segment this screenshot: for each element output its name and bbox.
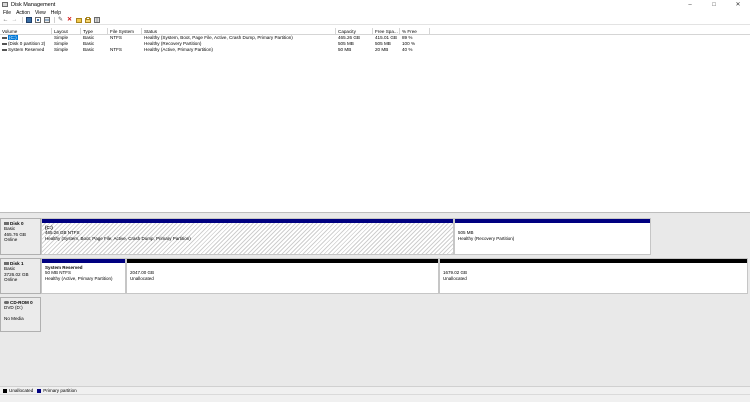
- cell-status: Healthy (Active, Primary Partition): [144, 47, 213, 52]
- forward-icon[interactable]: →: [11, 17, 18, 24]
- help-icon[interactable]: [34, 17, 41, 24]
- col-header-volume[interactable]: Volume: [0, 28, 52, 34]
- cdrom-empty-area: [41, 297, 749, 332]
- volume-name: (Disk 0 partition 2): [8, 41, 46, 46]
- volume-list-header: Volume Layout Type File System Status Ca…: [0, 28, 750, 35]
- disk-state: Online: [4, 237, 18, 243]
- title-bar: Disk Management – □ ✕: [0, 0, 750, 9]
- cdrom-0-row: CD-ROM 0 DVD (D:) No Media: [0, 297, 750, 332]
- menu-file[interactable]: File: [3, 10, 11, 16]
- col-header-free-space[interactable]: Free Spa...: [373, 28, 400, 34]
- properties-edit-icon[interactable]: ✎: [57, 17, 64, 24]
- disk-state: Online: [4, 277, 18, 283]
- window-title: Disk Management: [11, 1, 56, 8]
- cell-percent-free: 40 %: [402, 47, 413, 52]
- delete-icon[interactable]: ✕: [66, 17, 73, 24]
- cdrom-0-label[interactable]: CD-ROM 0 DVD (D:) No Media: [0, 297, 41, 332]
- volume-name: System Reserved: [8, 47, 45, 52]
- partition-status: Unallocated: [443, 275, 467, 281]
- window-controls: – □ ✕: [678, 0, 750, 9]
- col-header-percent-free[interactable]: % Free: [400, 28, 430, 34]
- volume-icon: [2, 42, 7, 45]
- toolbar-divider: [22, 17, 23, 23]
- folder-icon[interactable]: [75, 17, 82, 24]
- disk-icon: [4, 222, 9, 226]
- disk-state: No Media: [4, 316, 24, 322]
- minimize-button[interactable]: –: [678, 0, 702, 9]
- maximize-button[interactable]: □: [702, 0, 726, 9]
- unallocated-space-2[interactable]: 1679.02 GB Unallocated: [439, 258, 748, 294]
- col-header-layout[interactable]: Layout: [52, 28, 81, 34]
- partition-status: Unallocated: [130, 275, 154, 281]
- partition-status: Healthy (System, Boot, Page File, Active…: [45, 235, 191, 241]
- partition-status: Healthy (Active, Primary Partition): [45, 275, 113, 281]
- col-header-file-system[interactable]: File System: [108, 28, 142, 34]
- col-header-status[interactable]: Status: [142, 28, 336, 34]
- properties-icon[interactable]: [25, 17, 32, 24]
- unallocated-space-1[interactable]: 2047.00 GB Unallocated: [126, 258, 439, 294]
- status-bar: [0, 394, 750, 402]
- menu-help[interactable]: Help: [51, 10, 61, 16]
- connect-icon[interactable]: [43, 17, 50, 24]
- disk-0-label[interactable]: Disk 0 Basic 465.76 GB Online: [0, 218, 41, 255]
- cell-free-space: 20 MB: [375, 47, 389, 52]
- cell-type: Basic: [83, 47, 95, 52]
- unallocated-swatch: [3, 388, 7, 393]
- toolbar-divider: [54, 17, 55, 23]
- disk-1-label[interactable]: Disk 1 Basic 3726.02 GB Online: [0, 258, 41, 294]
- cdrom-icon: [4, 301, 9, 305]
- cell-file-system: NTFS: [110, 47, 122, 52]
- legend: Unallocated Primary partition: [0, 386, 750, 394]
- open-icon[interactable]: [84, 17, 91, 24]
- legend-primary-partition: Primary partition: [43, 388, 77, 393]
- col-header-type[interactable]: Type: [81, 28, 108, 34]
- volume-icon: [2, 48, 7, 51]
- primary-partition-swatch: [37, 388, 42, 393]
- disk-name: Disk 1: [10, 261, 24, 266]
- disk-map: Disk 0 Basic 465.76 GB Online (C:) 465.2…: [0, 215, 750, 386]
- menu-action[interactable]: Action: [16, 10, 30, 16]
- volume-list[interactable]: Volume Layout Type File System Status Ca…: [0, 28, 750, 213]
- cell-capacity: 50 MB: [338, 47, 352, 52]
- partition-status: Healthy (Recovery Partition): [458, 235, 515, 241]
- legend-unallocated: Unallocated: [9, 388, 34, 393]
- menu-view[interactable]: View: [35, 10, 46, 16]
- menu-bar: File Action View Help: [0, 9, 750, 16]
- back-icon[interactable]: ←: [2, 17, 9, 24]
- disk-1-row: Disk 1 Basic 3726.02 GB Online System Re…: [0, 258, 750, 294]
- partition-system-reserved[interactable]: System Reserved 50 MB NTFS Healthy (Acti…: [41, 258, 126, 294]
- disk-name: CD-ROM 0: [10, 300, 33, 305]
- disk-icon: [4, 262, 9, 266]
- disk-0-row: Disk 0 Basic 465.76 GB Online (C:) 465.2…: [0, 218, 750, 255]
- col-header-capacity[interactable]: Capacity: [336, 28, 373, 34]
- cell-layout: Simple: [54, 47, 69, 52]
- options-icon[interactable]: [93, 17, 100, 24]
- partition-recovery[interactable]: 505 MB Healthy (Recovery Partition): [454, 218, 651, 255]
- volume-name: (C:): [8, 35, 18, 40]
- table-row[interactable]: System Reserved Simple Basic NTFS Health…: [0, 47, 750, 53]
- app-icon: [2, 2, 8, 7]
- toolbar: ← → ✎ ✕: [0, 16, 750, 25]
- partition-c[interactable]: (C:) 465.26 GB NTFS Healthy (System, Boo…: [41, 218, 454, 255]
- disk-name: Disk 0: [10, 221, 24, 226]
- volume-icon: [2, 36, 7, 39]
- close-button[interactable]: ✕: [726, 0, 750, 9]
